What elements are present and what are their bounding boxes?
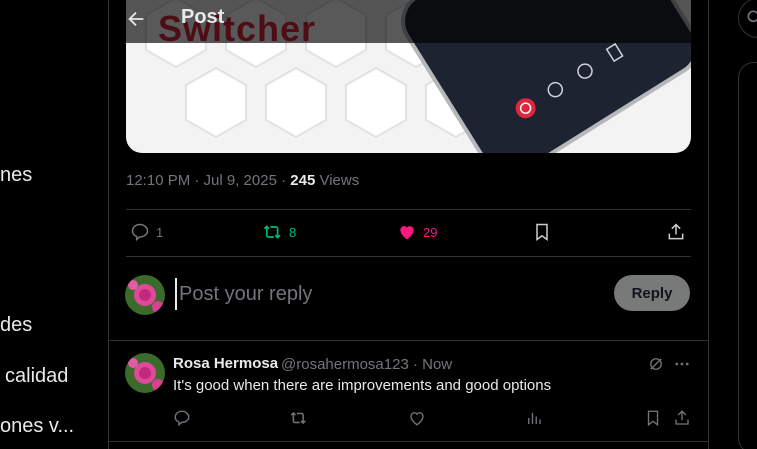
like-action[interactable]: 29	[397, 222, 437, 242]
analytics-icon[interactable]	[525, 409, 543, 427]
reply-icon	[131, 223, 149, 242]
back-arrow-icon[interactable]	[125, 8, 147, 30]
avatar[interactable]	[125, 275, 165, 315]
share-icon[interactable]	[673, 409, 691, 427]
main-column: Switcher Post 12:10 PM · Jul 9, 2025 · 2…	[108, 0, 709, 449]
repost-count: 8	[289, 224, 297, 240]
nav-item-premium[interactable]: calidad	[5, 365, 68, 388]
page-title: Post	[181, 6, 225, 28]
reply-icon[interactable]	[173, 409, 191, 427]
right-sidebar	[708, 0, 757, 449]
share-icon	[668, 223, 684, 240]
views-count: 245	[290, 172, 316, 189]
reply-button[interactable]: Reply	[614, 275, 690, 311]
trends-panel	[738, 62, 757, 449]
left-navigation: nes des calidad ones v...	[0, 0, 108, 449]
reply-action[interactable]: 1	[130, 222, 163, 242]
grok-icon[interactable]	[647, 355, 665, 373]
heart-filled-icon	[400, 226, 414, 240]
reply-composer: Reply	[109, 258, 708, 341]
nav-item-more[interactable]: ones v...	[0, 415, 74, 438]
reply-author-name[interactable]: Rosa Hermosa	[173, 355, 278, 372]
post-timestamp[interactable]: 12:10 PM · Jul 9, 2025 ·	[126, 172, 290, 189]
more-icon[interactable]	[673, 355, 691, 373]
repost-action[interactable]: 8	[263, 222, 296, 242]
reply-count: 1	[156, 224, 164, 240]
post-meta: 12:10 PM · Jul 9, 2025 · 245 Views	[126, 172, 359, 189]
bookmark-action[interactable]	[532, 222, 552, 242]
nav-item-notifications[interactable]: nes	[0, 164, 32, 187]
post-header: Post	[109, 0, 708, 43]
views-label: Views	[315, 172, 360, 189]
reply-post[interactable]: Rosa Hermosa @rosahermosa123 · Now It's …	[109, 341, 708, 442]
repost-icon[interactable]	[290, 409, 308, 427]
search-input[interactable]	[738, 0, 757, 38]
repost-icon	[263, 225, 281, 239]
nav-item-communities[interactable]: des	[0, 314, 32, 337]
reply-author-handle[interactable]: @rosahermosa123 · Now	[281, 356, 452, 373]
divider	[126, 256, 691, 257]
heart-icon[interactable]	[408, 409, 426, 427]
search-icon	[747, 10, 757, 23]
bookmark-icon	[536, 223, 548, 241]
reply-text: It's good when there are improvements an…	[173, 377, 552, 394]
avatar[interactable]	[125, 353, 165, 393]
bookmark-icon[interactable]	[644, 409, 662, 427]
post-action-bar: 1 8 29	[126, 210, 691, 256]
like-count: 29	[423, 224, 438, 240]
share-action[interactable]	[666, 222, 686, 242]
reply-input[interactable]	[175, 278, 601, 310]
